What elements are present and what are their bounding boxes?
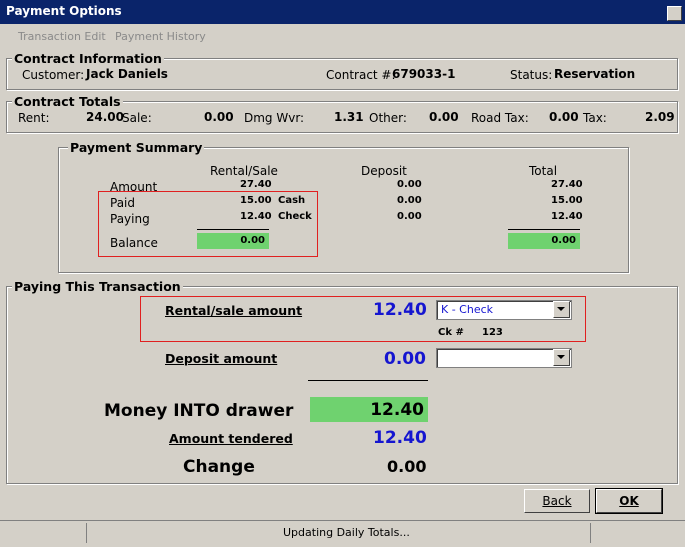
row-balance-label: Balance <box>110 236 158 250</box>
dmg-wvr-label: Dmg Wvr: <box>244 111 305 125</box>
window-title: Payment Options <box>6 4 122 18</box>
rent-label: Rent: <box>18 111 50 125</box>
contract-totals-title: Contract Totals <box>12 94 123 109</box>
amount-total: 27.40 <box>551 179 583 190</box>
change-label: Change <box>183 457 255 477</box>
paying-deposit: 0.00 <box>397 211 422 222</box>
status-divider-right <box>590 523 591 543</box>
deposit-amount-label: Deposit amount <box>165 351 278 366</box>
menu-bar: Transaction Edit Payment History <box>0 24 685 46</box>
paying-rental: 12.40 <box>240 211 272 222</box>
check-number-value[interactable]: 123 <box>482 327 503 338</box>
check-number-label: Ck # <box>438 327 464 338</box>
status-bar: Updating Daily Totals... <box>0 520 685 547</box>
sale-label: Sale: <box>122 111 152 125</box>
road-tax-value: 0.00 <box>549 110 579 124</box>
contract-number-label: Contract #: <box>326 68 396 82</box>
ok-button[interactable]: OK <box>595 488 663 514</box>
customer-label: Customer: <box>22 68 85 82</box>
paid-total: 15.00 <box>551 195 583 206</box>
payment-summary-title: Payment Summary <box>68 140 205 155</box>
row-paying-label: Paying <box>110 212 150 226</box>
deposit-method-dropdown-button[interactable] <box>553 349 570 366</box>
rental-sale-amount-value[interactable]: 12.40 <box>373 300 427 320</box>
contract-information-title: Contract Information <box>12 51 164 66</box>
amount-deposit: 0.00 <box>397 179 422 190</box>
amount-tendered-value[interactable]: 12.40 <box>373 428 427 448</box>
row-paid-label: Paid <box>110 196 136 210</box>
road-tax-label: Road Tax: <box>471 111 529 125</box>
paid-deposit: 0.00 <box>397 195 422 206</box>
status-divider-left <box>86 523 87 543</box>
title-bar: Payment Options <box>0 0 685 24</box>
menu-transaction-edit[interactable]: Transaction Edit <box>18 30 106 43</box>
money-into-drawer-value: 12.40 <box>370 400 424 420</box>
tax-label: Tax: <box>583 111 607 125</box>
chevron-down-icon <box>557 307 565 311</box>
menu-payment-history[interactable]: Payment History <box>115 30 206 43</box>
close-button[interactable] <box>667 6 682 21</box>
paid-method: Cash <box>278 195 306 206</box>
paying-total: 12.40 <box>551 211 583 222</box>
tax-value: 2.09 <box>645 110 675 124</box>
col-deposit: Deposit <box>361 164 407 178</box>
change-value: 0.00 <box>387 457 427 476</box>
money-into-drawer-label: Money INTO drawer <box>104 401 294 421</box>
amount-rental: 27.40 <box>240 179 272 190</box>
deposit-payment-method-select[interactable] <box>436 348 572 368</box>
rent-value: 24.00 <box>86 110 124 124</box>
paying-transaction-title: Paying This Transaction <box>12 279 183 294</box>
balance-rental-box: 0.00 <box>197 233 269 249</box>
back-button[interactable]: Back <box>524 489 590 513</box>
balance-total: 0.00 <box>551 235 576 246</box>
total-divider <box>508 229 580 230</box>
sale-value: 0.00 <box>204 110 234 124</box>
rental-sale-amount-label: Rental/sale amount <box>165 303 303 318</box>
amount-tendered-label: Amount tendered <box>169 431 293 446</box>
back-button-label: Back <box>542 494 572 508</box>
contract-number-value: 679033-1 <box>392 67 456 81</box>
customer-value: Jack Daniels <box>86 67 168 81</box>
paid-rental: 15.00 <box>240 195 272 206</box>
other-label: Other: <box>369 111 407 125</box>
balance-rental: 0.00 <box>240 235 265 246</box>
deposit-amount-value[interactable]: 0.00 <box>384 349 426 369</box>
rental-payment-method-value: K - Check <box>441 303 494 316</box>
rental-payment-method-select[interactable]: K - Check <box>436 300 572 320</box>
paying-method: Check <box>278 211 312 222</box>
money-into-drawer-box: 12.40 <box>310 397 428 422</box>
amount-divider <box>308 380 428 381</box>
col-rental-sale: Rental/Sale <box>210 164 278 178</box>
balance-total-box: 0.00 <box>508 233 580 249</box>
other-value: 0.00 <box>429 110 459 124</box>
col-total: Total <box>529 164 558 178</box>
status-value: Reservation <box>554 67 636 81</box>
status-text: Updating Daily Totals... <box>283 526 410 539</box>
chevron-down-icon <box>557 355 565 359</box>
status-label: Status: <box>510 68 553 82</box>
dmg-wvr-value: 1.31 <box>334 110 364 124</box>
rental-method-dropdown-button[interactable] <box>553 301 570 318</box>
ok-button-label: OK <box>619 494 639 508</box>
rental-divider <box>197 229 269 230</box>
